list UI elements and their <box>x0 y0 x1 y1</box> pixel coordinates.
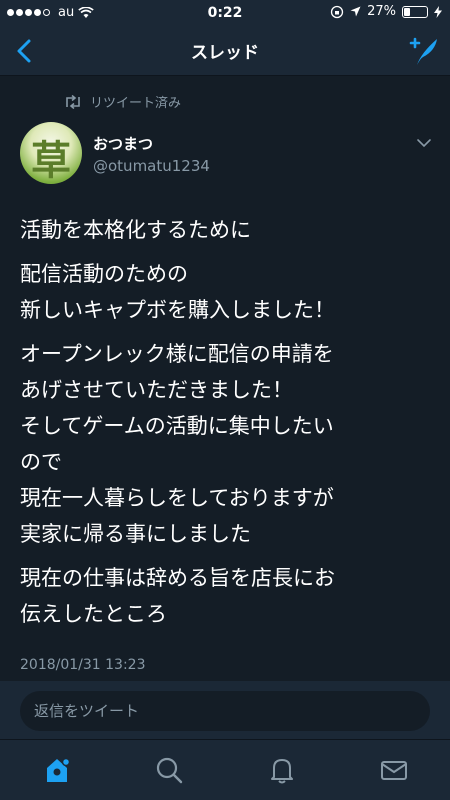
retweet-context: リツイート済み <box>64 92 181 111</box>
chevron-down-icon[interactable] <box>416 137 432 149</box>
battery-percent: 27% <box>367 4 396 19</box>
home-icon[interactable] <box>41 754 73 786</box>
charging-icon <box>434 5 442 18</box>
navigation-bar: スレッド <box>0 26 450 76</box>
location-icon <box>350 6 361 17</box>
reply-bar <box>0 681 450 739</box>
display-name[interactable]: おつまつ <box>93 133 153 154</box>
tab-bar <box>0 739 450 800</box>
rotation-lock-icon <box>330 5 344 18</box>
status-right: 27% <box>330 4 442 19</box>
search-icon[interactable] <box>153 754 185 786</box>
tweet-text: 活動を本格化するために 配信活動のための 新しいキャプボを購入しました！ オープ… <box>20 212 440 640</box>
user-handle[interactable]: @otumatu1234 <box>93 157 210 175</box>
battery-fill <box>404 7 410 16</box>
notifications-icon[interactable] <box>266 754 298 786</box>
tweet-paragraph: 現在の仕事は辞める旨を店長にお 伝えしたところ <box>20 566 335 626</box>
tweet-timestamp: 2018/01/31 13:23 <box>20 657 146 673</box>
avatar[interactable]: 草 <box>20 122 82 184</box>
avatar-image-text: 草 <box>31 137 71 184</box>
compose-tweet-button[interactable] <box>406 34 440 68</box>
reply-input[interactable] <box>20 691 430 731</box>
battery-icon <box>402 5 428 18</box>
tweet-paragraph: 配信活動のための 新しいキャプボを購入しました！ <box>20 262 335 322</box>
page-title: スレッド <box>191 43 259 63</box>
retweet-label: リツイート済み <box>90 96 182 111</box>
messages-icon[interactable] <box>378 754 410 786</box>
retweet-icon <box>66 94 80 109</box>
tweet-paragraph: 活動を本格化するために <box>20 218 251 242</box>
tweet-paragraph: オープンレック様に配信の申請を あげさせていただきました！ そしてゲームの活動に… <box>20 342 334 546</box>
status-bar: au 0:22 27% <box>0 0 450 26</box>
